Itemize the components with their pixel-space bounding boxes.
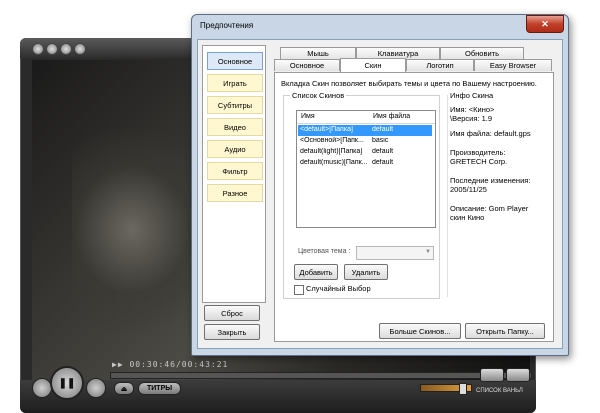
skin-info-filename: Имя файла: default.gps — [450, 129, 531, 138]
nav-item-general[interactable]: Основное — [207, 52, 263, 70]
next-button[interactable] — [86, 378, 106, 398]
eject-button[interactable]: ⏏ — [114, 382, 134, 395]
player-maximize-button[interactable] — [60, 43, 72, 55]
tab-logo[interactable]: Логотип — [406, 59, 474, 71]
tab-update[interactable]: Обновить — [440, 47, 524, 59]
delete-skin-button[interactable]: Удалить — [344, 264, 388, 280]
open-folder-button[interactable]: Открыть Папку... — [465, 323, 545, 339]
player-menu-button[interactable] — [32, 43, 44, 55]
skin-info-description: Описание: Gom Player — [450, 204, 529, 213]
skin-row-name: default(light)[Папка] — [300, 148, 363, 155]
skin-info-name: Имя: <Кино> — [450, 105, 495, 114]
playlist-toggle-button[interactable] — [480, 368, 504, 382]
player-controls: ▶▶ 00:30:46/00:43:21 ❚❚ ⏏ ТИТРЫ СПИСОК В… — [20, 360, 536, 413]
player-close-button[interactable] — [74, 43, 86, 55]
dialog-client-area: Основное Играть Субтитры Видео Аудио Фил… — [197, 39, 563, 349]
skin-info-modified: 2005/11/25 — [450, 185, 487, 194]
skin-row-file: default — [372, 148, 394, 155]
skin-row-name: default(music)[Папк... — [300, 159, 368, 166]
skin-list-group: Список Скинов Имя Имя файла <default>[Па… — [283, 91, 440, 299]
volume-knob[interactable] — [459, 383, 467, 395]
skin-row-name: <Основной>[Папк... — [300, 137, 364, 144]
skin-info-version: \Версия: 1.9 — [450, 114, 493, 123]
skin-row[interactable]: default(light)[Папка] default — [298, 147, 432, 158]
color-theme-label: Цветовая тема : — [298, 248, 351, 255]
reset-button[interactable]: Сброс — [204, 305, 260, 321]
playlist-label: СПИСОК ВАНЬЛ — [476, 388, 523, 394]
skin-row[interactable]: <Основной>[Папк... basic — [298, 136, 432, 147]
column-header-name[interactable]: Имя — [301, 113, 315, 120]
subtitles-button[interactable]: ТИТРЫ — [138, 382, 182, 395]
nav-item-video[interactable]: Видео — [207, 118, 263, 136]
time-display: ▶▶ 00:30:46/00:43:21 — [112, 360, 229, 369]
skin-info-producer-label: Производитель: — [450, 148, 506, 157]
skin-panel: Вкладка Скин позволяет выбирать темы и ц… — [274, 72, 554, 342]
column-header-filename[interactable]: Имя файла — [373, 113, 410, 120]
dialog-title: Предпочтения — [200, 21, 254, 30]
skin-info-description-cont: скин Кино — [450, 213, 485, 222]
player-minimize-button[interactable] — [46, 43, 58, 55]
resize-button[interactable] — [506, 368, 530, 382]
close-button[interactable]: ✕ — [526, 15, 564, 33]
skin-description: Вкладка Скин позволяет выбирать темы и ц… — [281, 79, 537, 88]
skin-info-panel: Инфо Скина Имя: <Кино> \Версия: 1.9 Имя … — [447, 91, 546, 297]
tab-easy-browser[interactable]: Easy Browser — [474, 59, 552, 71]
nav-item-play[interactable]: Играть — [207, 74, 263, 92]
skin-info-modified-label: Последние изменения: — [450, 176, 531, 185]
close-icon: ✕ — [541, 18, 549, 29]
pause-button[interactable]: ❚❚ — [50, 366, 84, 400]
nav-item-audio[interactable]: Аудио — [207, 140, 263, 158]
skin-row-file: default — [372, 126, 394, 133]
skin-row-file: default — [372, 159, 394, 166]
random-skin-checkbox[interactable] — [294, 285, 304, 295]
skin-info-producer: GRETECH Corp. — [450, 157, 508, 166]
skin-row[interactable]: <default>[Папка] default — [298, 125, 432, 136]
skin-row-file: basic — [372, 137, 389, 144]
seek-bar[interactable] — [110, 372, 532, 379]
skin-info-title: Инфо Скина — [450, 91, 494, 100]
stop-button[interactable] — [32, 378, 52, 398]
volume-slider[interactable] — [420, 383, 472, 395]
color-theme-select[interactable]: ▼ — [356, 246, 434, 260]
nav-item-misc[interactable]: Разное — [207, 184, 263, 202]
chevron-down-icon: ▼ — [425, 249, 431, 255]
tab-general[interactable]: Основное — [274, 59, 340, 71]
skin-row[interactable]: default(music)[Папк... default — [298, 158, 432, 169]
category-nav: Основное Играть Субтитры Видео Аудио Фил… — [202, 45, 266, 303]
add-skin-button[interactable]: Добавить — [294, 264, 338, 280]
skin-row-name: <default>[Папка] — [300, 126, 353, 133]
tab-skin[interactable]: Скин — [340, 58, 406, 72]
preferences-dialog: Предпочтения ✕ Основное Играть Субтитры … — [191, 14, 569, 356]
more-skins-button[interactable]: Больше Скинов... — [379, 323, 461, 339]
random-skin-label[interactable]: Случайный Выбор — [306, 284, 371, 293]
skin-list-header: Имя Имя файла — [297, 111, 435, 124]
nav-item-filter[interactable]: Фильтр — [207, 162, 263, 180]
skin-list[interactable]: Имя Имя файла <default>[Папка] default <… — [296, 110, 436, 228]
pause-icon: ❚❚ — [58, 377, 76, 389]
skin-list-group-label: Список Скинов — [290, 91, 347, 100]
nav-item-subtitles[interactable]: Субтитры — [207, 96, 263, 114]
close-dialog-button[interactable]: Закрыть — [204, 324, 260, 340]
